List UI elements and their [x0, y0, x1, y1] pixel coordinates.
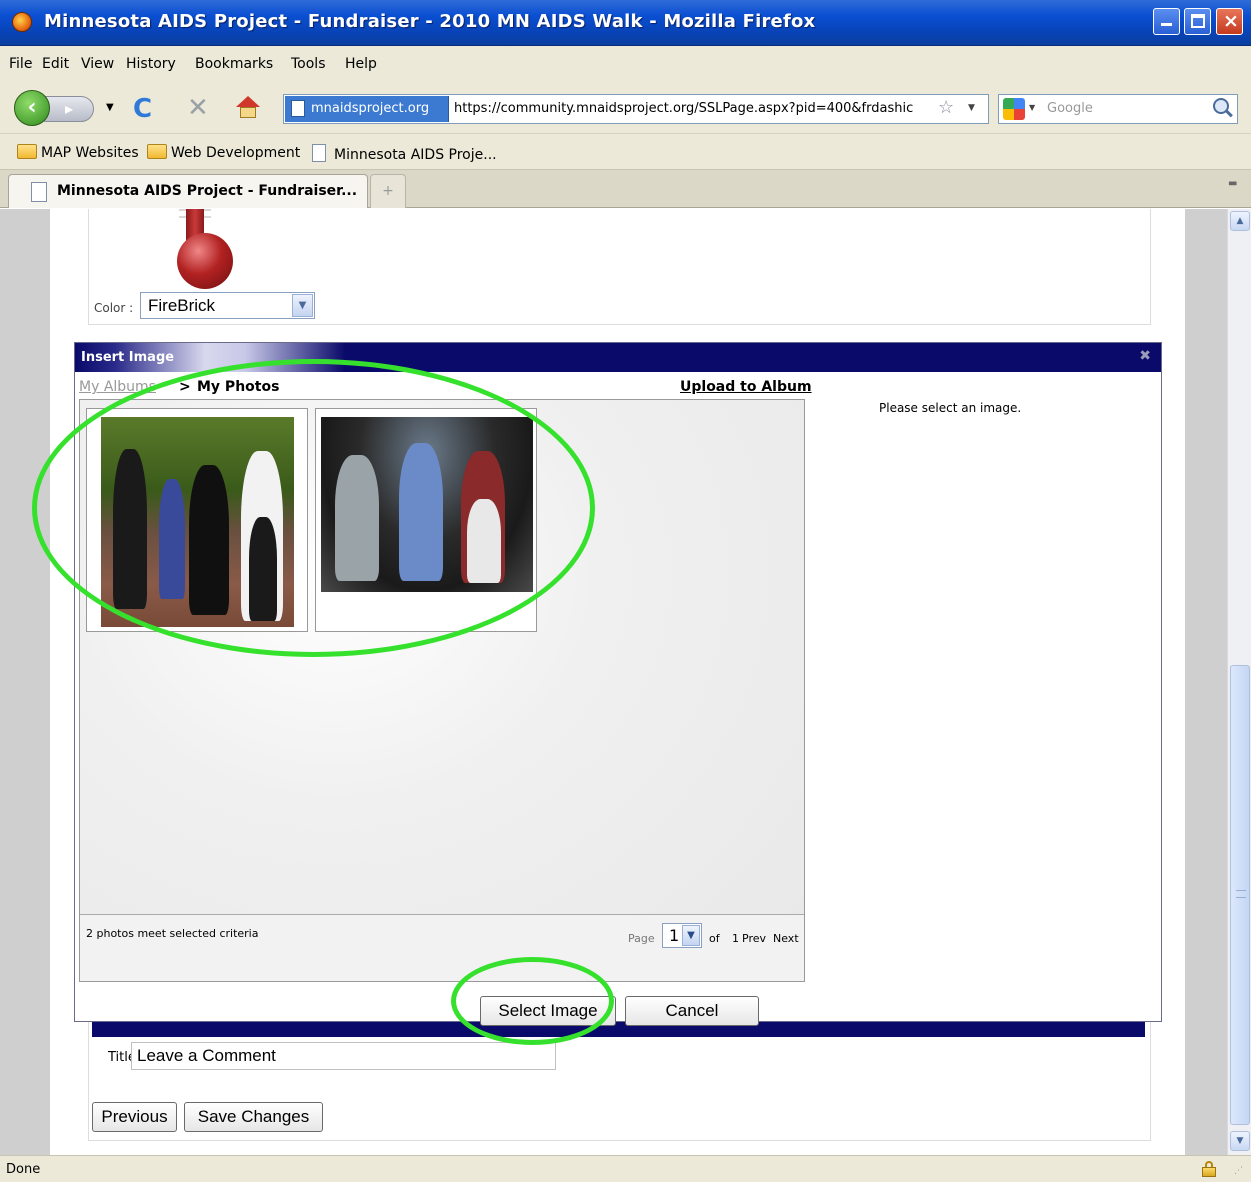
chevron-down-icon[interactable]: ▼	[292, 294, 313, 317]
gallery-status-bar: 2 photos meet selected criteria Page 1 ▼…	[80, 914, 804, 981]
back-button[interactable]: ‹	[14, 90, 50, 126]
url-text[interactable]: https://community.mnaidsproject.org/SSLP…	[454, 101, 934, 116]
tab-bar: Minnesota AIDS Project - Fundraiser... +…	[0, 170, 1251, 208]
bookmark-web-development[interactable]: Web Development	[147, 144, 300, 161]
maximize-icon	[1191, 14, 1205, 28]
page-content: Color : FireBrick ▼ Comments Title: Leav…	[0, 209, 1227, 1155]
total-pages: 1	[732, 932, 739, 945]
menu-bookmarks[interactable]: Bookmarks	[195, 56, 273, 72]
bookmarks-toolbar: MAP Websites Web Development Minnesota A…	[0, 134, 1251, 170]
photo-count: 2 photos meet selected criteria	[86, 927, 259, 940]
page-margin-right	[1185, 209, 1227, 1155]
tab-label: Minnesota AIDS Project - Fundraiser...	[57, 183, 358, 199]
status-text: Done	[6, 1162, 41, 1177]
search-engine-dropdown-icon[interactable]: ▼	[1029, 103, 1035, 112]
google-icon[interactable]	[1003, 98, 1025, 120]
upload-to-album-link[interactable]: Upload to Album	[680, 379, 812, 395]
page-margin-left	[0, 209, 50, 1155]
tab-list-dropdown-icon[interactable]: ▬	[1228, 178, 1237, 189]
highlight-oval-select-button	[451, 957, 614, 1045]
maximize-button[interactable]	[1184, 8, 1211, 35]
navigation-toolbar: ▸ ‹ ▼ C ✕ mnaidsproject.org https://comm…	[0, 82, 1251, 134]
color-select-value: FireBrick	[148, 296, 216, 315]
home-icon[interactable]	[236, 96, 260, 118]
firefox-logo-icon	[12, 12, 32, 32]
url-dropdown-icon[interactable]: ▼	[968, 103, 975, 113]
folder-icon	[17, 144, 37, 159]
menu-help[interactable]: Help	[345, 56, 377, 72]
search-box[interactable]: ▼ Google	[998, 94, 1238, 124]
site-identity-label: mnaidsproject.org	[311, 101, 430, 116]
stop-icon[interactable]: ✕	[187, 93, 209, 123]
forward-button[interactable]: ▸	[44, 96, 94, 122]
page-select-value: 1	[669, 926, 680, 945]
menu-tools[interactable]: Tools	[291, 56, 326, 72]
menu-history[interactable]: History	[126, 56, 176, 72]
cancel-button[interactable]: Cancel	[625, 996, 759, 1026]
window-titlebar: Minnesota AIDS Project - Fundraiser - 20…	[0, 0, 1251, 46]
menu-edit[interactable]: Edit	[42, 56, 69, 72]
dialog-title: Insert Image	[81, 350, 175, 365]
scroll-down-icon[interactable]: ▼	[1230, 1131, 1250, 1151]
select-image-message: Please select an image.	[879, 401, 1022, 415]
prev-page-link[interactable]: Prev	[742, 932, 766, 945]
highlight-oval-photos	[32, 359, 595, 657]
folder-icon	[147, 144, 167, 159]
previous-button[interactable]: Previous	[92, 1102, 177, 1132]
color-select[interactable]: FireBrick ▼	[140, 292, 315, 319]
close-window-button[interactable]: ×	[1216, 8, 1243, 35]
minimize-button[interactable]	[1153, 8, 1180, 35]
minimize-icon	[1161, 23, 1172, 26]
comment-title-input[interactable]: Leave a Comment	[131, 1042, 556, 1070]
page-icon	[31, 182, 47, 202]
page-label: Page	[628, 932, 655, 945]
scroll-up-icon[interactable]: ▲	[1230, 211, 1250, 231]
new-tab-button[interactable]: +	[370, 174, 406, 208]
save-changes-button[interactable]: Save Changes	[184, 1102, 323, 1132]
lock-icon[interactable]	[1202, 1161, 1216, 1177]
scrollbar-thumb[interactable]	[1230, 665, 1250, 1125]
bookmark-minnesota-aids[interactable]: Minnesota AIDS Proje...	[312, 144, 497, 163]
search-icon[interactable]	[1213, 98, 1229, 114]
history-dropdown-icon[interactable]: ▼	[106, 102, 114, 113]
bookmark-map-websites[interactable]: MAP Websites	[17, 144, 139, 161]
status-bar: Done ⋰	[0, 1155, 1251, 1182]
page-select[interactable]: 1 ▼	[662, 923, 702, 948]
menu-view[interactable]: View	[81, 56, 114, 72]
menubar: File Edit View History Bookmarks Tools H…	[0, 46, 1251, 82]
color-label: Color :	[94, 301, 134, 315]
next-page-link[interactable]: Next	[773, 932, 799, 945]
close-icon: ×	[1223, 10, 1239, 32]
resize-grip-icon[interactable]: ⋰	[1234, 1166, 1243, 1176]
site-identity-button[interactable]: mnaidsproject.org	[285, 96, 449, 122]
chevron-down-icon[interactable]: ▼	[682, 925, 700, 946]
thermometer-bulb	[177, 233, 233, 289]
bookmark-star-icon[interactable]: ☆	[938, 97, 954, 118]
page-icon	[291, 100, 305, 117]
of-label: of	[709, 932, 720, 945]
menu-file[interactable]: File	[9, 56, 32, 72]
search-placeholder[interactable]: Google	[1047, 101, 1093, 116]
window-title: Minnesota AIDS Project - Fundraiser - 20…	[44, 11, 816, 32]
page-icon	[312, 144, 326, 162]
reload-icon[interactable]: C	[133, 94, 152, 124]
vertical-scrollbar[interactable]: ▲ ▼	[1227, 209, 1251, 1155]
url-bar[interactable]: mnaidsproject.org https://community.mnai…	[283, 94, 989, 124]
tab-fundraiser[interactable]: Minnesota AIDS Project - Fundraiser...	[8, 174, 368, 208]
close-icon[interactable]: ✖	[1139, 348, 1151, 364]
